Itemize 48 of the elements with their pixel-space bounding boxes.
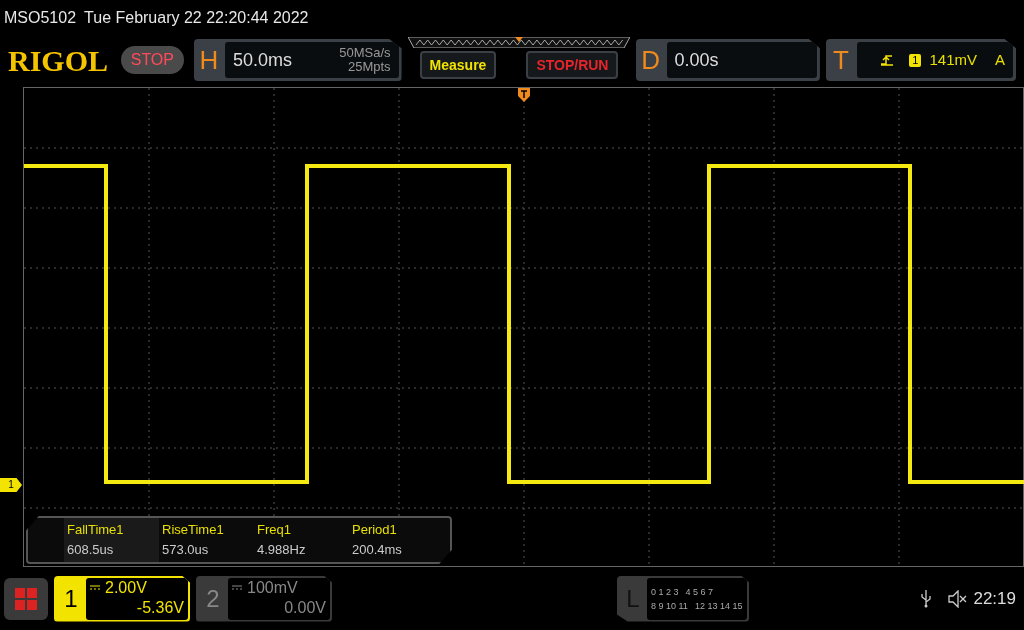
toolbar-button[interactable]: Measure — [419, 51, 497, 79]
panel-letter: D — [640, 44, 661, 77]
grid-icon — [15, 587, 37, 610]
dc-coupling-icon — [232, 585, 242, 590]
digital-channel-labels: 4 5 6 7 — [685, 585, 714, 599]
toolbar-button[interactable]: STOP/RUN — [526, 51, 619, 79]
channel-number: 1 — [63, 583, 79, 614]
date-time: Tue February 22 22:20:44 2022 — [84, 8, 309, 28]
trigger-panel[interactable]: T 1 141mV A — [825, 39, 1016, 81]
model-name: MSO5102 — [4, 8, 77, 28]
measurement-value: 4.988Hz — [257, 541, 307, 559]
usb-icon — [921, 589, 932, 608]
memory-depth: 25Mpts — [347, 60, 391, 74]
measurement-name: Freq1 — [257, 521, 292, 539]
menu-button[interactable] — [4, 577, 48, 620]
channel-offset: -5.36V — [136, 597, 184, 618]
channel-panel[interactable]: 1 2.00V -5.36V — [54, 575, 190, 622]
rising-edge-icon — [881, 54, 894, 66]
measurement-value: 200.4ms — [352, 541, 403, 559]
horizontal-panel[interactable]: H 50.0ms 50MSa/s 25Mpts — [194, 39, 402, 81]
channel-scale: 2.00V — [105, 577, 147, 598]
trigger-mode: A — [995, 49, 1005, 70]
measurement-name: FallTime1 — [67, 521, 125, 539]
measurement-name: RiseTime1 — [162, 521, 225, 539]
clock-time: 22:19 — [973, 587, 1016, 610]
timebase: 50.0ms — [233, 48, 292, 72]
digital-channel-labels: 8 9 10 11 — [651, 599, 688, 613]
trigger-level: 141mV — [929, 49, 977, 70]
digital-channel-labels: 12 13 14 15 — [694, 599, 743, 613]
channel-scale: 100mV — [247, 577, 298, 598]
trigger-source: 1 — [909, 53, 922, 67]
channel-number: 2 — [205, 583, 221, 614]
panel-letter: H — [198, 44, 220, 77]
run-state-badge: STOP — [120, 46, 184, 74]
sample-rate: 50MSa/s — [339, 46, 391, 60]
delay-panel[interactable]: D 0.00s — [635, 39, 820, 81]
delay-value: 0.00s — [674, 48, 719, 72]
measurement-name: Period1 — [352, 521, 398, 539]
channel-marker: 1 — [0, 478, 22, 492]
channel-panel[interactable]: 2 100mV 0.00V — [196, 575, 332, 622]
logo: RIGOL — [8, 42, 110, 79]
channel-offset: 0.00V — [284, 597, 326, 618]
speaker-muted-icon[interactable] — [947, 589, 968, 608]
dc-coupling-icon — [90, 585, 100, 590]
measurement-value: 608.5us — [67, 541, 115, 559]
measurement-value: 573.0us — [162, 541, 210, 559]
panel-letter: T — [831, 44, 850, 77]
digital-channel-labels: 0 1 2 3 — [651, 585, 679, 599]
